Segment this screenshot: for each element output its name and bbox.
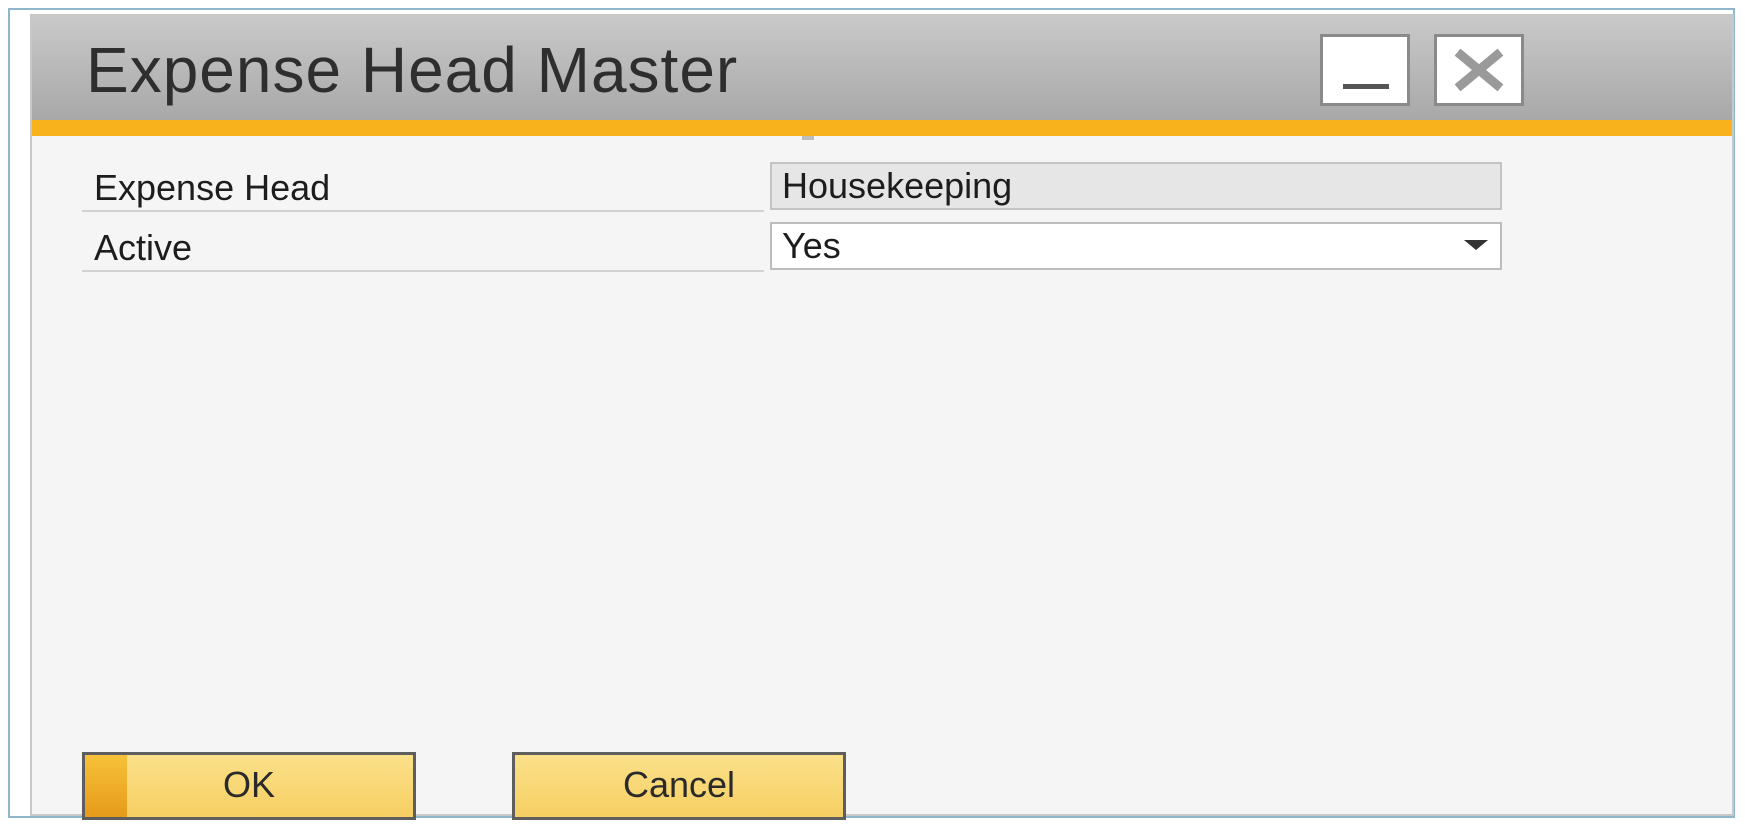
- close-icon: [1454, 48, 1504, 92]
- expense-head-label: Expense Head: [82, 162, 764, 212]
- cancel-button-label: Cancel: [622, 764, 736, 805]
- active-select-value: Yes: [782, 225, 841, 266]
- expense-head-row: Expense Head Housekeeping: [82, 162, 1502, 214]
- close-button[interactable]: [1434, 34, 1524, 106]
- active-label: Active: [82, 222, 764, 272]
- minimize-button[interactable]: [1320, 34, 1410, 106]
- active-select[interactable]: Yes: [770, 222, 1502, 270]
- expense-head-master-window: Expense Head Master Expense Head Houseke…: [30, 14, 1734, 820]
- titlebar-accent-bar: [32, 120, 1732, 136]
- ok-focus-stripe: [85, 755, 127, 817]
- dropdown-arrow-icon[interactable]: [1464, 240, 1488, 250]
- cancel-button[interactable]: Cancel: [512, 752, 846, 820]
- ok-button-label: OK: [222, 764, 275, 805]
- expense-head-field[interactable]: Housekeeping: [770, 162, 1502, 210]
- minimize-icon: [1343, 84, 1389, 89]
- titlebar[interactable]: Expense Head Master: [32, 16, 1732, 120]
- window-title: Expense Head Master: [86, 34, 739, 106]
- active-row: Active Yes: [82, 222, 1502, 274]
- ok-button[interactable]: OK: [82, 752, 416, 820]
- form-area: Expense Head Housekeeping Active Yes OK …: [32, 136, 1732, 820]
